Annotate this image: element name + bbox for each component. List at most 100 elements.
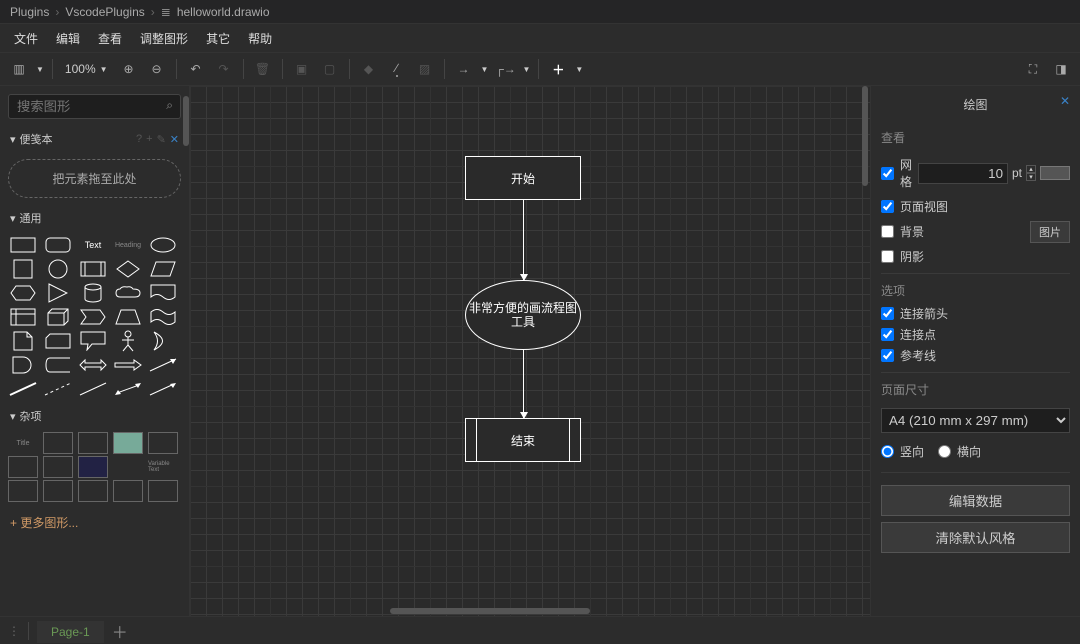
misc-item[interactable]	[78, 456, 108, 478]
shape-internal[interactable]	[8, 306, 38, 328]
landscape-radio[interactable]	[938, 445, 951, 458]
shape-tape[interactable]	[148, 306, 178, 328]
search-input[interactable]	[8, 94, 181, 119]
flowchart-end[interactable]: 结束	[465, 418, 581, 462]
misc-item[interactable]	[78, 480, 108, 502]
shape-trapezoid[interactable]	[113, 306, 143, 328]
format-panel-icon[interactable]: ◨	[1050, 58, 1072, 80]
shadow-icon[interactable]: ▨	[414, 58, 436, 80]
pageview-checkbox[interactable]	[881, 200, 894, 213]
misc-item[interactable]	[78, 432, 108, 454]
grid-checkbox[interactable]	[881, 167, 894, 180]
misc-item[interactable]	[113, 456, 143, 478]
edit-data-button[interactable]: 编辑数据	[881, 485, 1070, 516]
portrait-radio[interactable]	[881, 445, 894, 458]
more-shapes-button[interactable]: + 更多图形...	[0, 506, 189, 539]
shape-and[interactable]	[8, 354, 38, 376]
search-icon[interactable]: ⌕	[166, 98, 173, 113]
menu-help[interactable]: 帮助	[248, 30, 272, 46]
drag-handle-icon[interactable]: ⋮	[8, 624, 20, 638]
to-front-icon[interactable]: ▣	[291, 58, 313, 80]
chevron-down-icon[interactable]: ▼	[36, 65, 44, 74]
shadow-checkbox[interactable]	[881, 250, 894, 263]
shape-hexagon[interactable]	[8, 282, 38, 304]
shape-cloud[interactable]	[113, 282, 143, 304]
menu-edit[interactable]: 编辑	[56, 30, 80, 46]
chevron-down-icon[interactable]: ▼	[575, 65, 583, 74]
close-icon[interactable]: ✕	[1060, 94, 1070, 108]
misc-item[interactable]	[43, 456, 73, 478]
shape-step[interactable]	[78, 306, 108, 328]
fullscreen-icon[interactable]: ⛶	[1022, 58, 1044, 80]
shape-rounded[interactable]	[43, 234, 73, 256]
flowchart-edge[interactable]	[523, 350, 524, 418]
shape-ellipse[interactable]	[148, 234, 178, 256]
menu-view[interactable]: 查看	[98, 30, 122, 46]
crumb-vscodeplugins[interactable]: VscodePlugins	[65, 5, 144, 19]
redo-icon[interactable]: ↷	[213, 58, 235, 80]
shape-cylinder[interactable]	[78, 282, 108, 304]
add-page-button[interactable]: ＋	[112, 619, 128, 643]
shape-parallelogram[interactable]	[148, 258, 178, 280]
shape-actor[interactable]	[113, 330, 143, 352]
misc-item[interactable]	[148, 480, 178, 502]
edit-icon[interactable]: ✎	[157, 133, 166, 146]
misc-item[interactable]	[43, 480, 73, 502]
line-color-icon[interactable]: ∕	[386, 58, 408, 80]
misc-item[interactable]	[43, 432, 73, 454]
misc-variable-text[interactable]: Variable Text	[148, 456, 178, 478]
misc-item[interactable]	[8, 480, 38, 502]
shape-text[interactable]: Text	[78, 234, 108, 256]
shape-arrow[interactable]	[113, 354, 143, 376]
misc-item[interactable]	[113, 480, 143, 502]
flowchart-start[interactable]: 开始	[465, 156, 581, 200]
canvas-viewport[interactable]: 开始 非常方便的画流程图 工具 结束	[190, 86, 870, 616]
shape-arrow-bi-thin[interactable]	[113, 378, 143, 400]
add-icon[interactable]: ＋	[547, 58, 569, 80]
shape-datastore[interactable]	[43, 354, 73, 376]
shape-card[interactable]	[43, 330, 73, 352]
misc-item[interactable]	[148, 432, 178, 454]
shape-callout[interactable]	[78, 330, 108, 352]
points-checkbox[interactable]	[881, 328, 894, 341]
misc-item[interactable]	[113, 432, 143, 454]
page-size-select[interactable]: A4 (210 mm x 297 mm)	[881, 408, 1070, 433]
shape-heading[interactable]: Heading	[113, 234, 143, 256]
help-icon[interactable]: ?	[136, 133, 142, 146]
grid-color-swatch[interactable]	[1040, 166, 1070, 180]
connection-icon[interactable]: →	[453, 58, 475, 80]
shape-diamond[interactable]	[113, 258, 143, 280]
shape-document[interactable]	[148, 282, 178, 304]
shape-circle[interactable]	[43, 258, 73, 280]
collapse-icon[interactable]: ▾	[10, 134, 16, 146]
collapse-icon[interactable]: ▾	[10, 213, 16, 225]
flowchart-edge[interactable]	[523, 200, 524, 280]
shape-line-thin[interactable]	[78, 378, 108, 400]
add-icon[interactable]: +	[146, 133, 152, 146]
zoom-select[interactable]: 100% ▼	[61, 62, 112, 76]
menu-file[interactable]: 文件	[14, 30, 38, 46]
flowchart-process[interactable]: 非常方便的画流程图 工具	[465, 280, 581, 350]
h-scrollbar[interactable]	[390, 608, 590, 614]
shape-link[interactable]	[148, 354, 178, 376]
v-scrollbar[interactable]	[862, 86, 868, 186]
collapse-icon[interactable]: ▾	[10, 411, 16, 423]
misc-title[interactable]: Title	[8, 432, 38, 454]
sidebar-toggle-icon[interactable]: ▥	[8, 58, 30, 80]
chevron-down-icon[interactable]: ▼	[481, 65, 489, 74]
menu-other[interactable]: 其它	[206, 30, 230, 46]
zoom-in-icon[interactable]: ⊕	[118, 58, 140, 80]
shape-rect[interactable]	[8, 234, 38, 256]
shape-cube[interactable]	[43, 306, 73, 328]
guides-checkbox[interactable]	[881, 349, 894, 362]
shape-arrow-thin[interactable]	[148, 378, 178, 400]
shape-line-dash[interactable]	[43, 378, 73, 400]
shape-square[interactable]	[8, 258, 38, 280]
grid-size-input[interactable]	[918, 163, 1008, 184]
to-back-icon[interactable]: ▢	[319, 58, 341, 80]
shape-line-solid[interactable]	[8, 378, 38, 400]
background-image-button[interactable]: 图片	[1030, 221, 1070, 243]
close-icon[interactable]: ✕	[170, 133, 179, 146]
crumb-plugins[interactable]: Plugins	[10, 5, 49, 19]
arrows-checkbox[interactable]	[881, 307, 894, 320]
